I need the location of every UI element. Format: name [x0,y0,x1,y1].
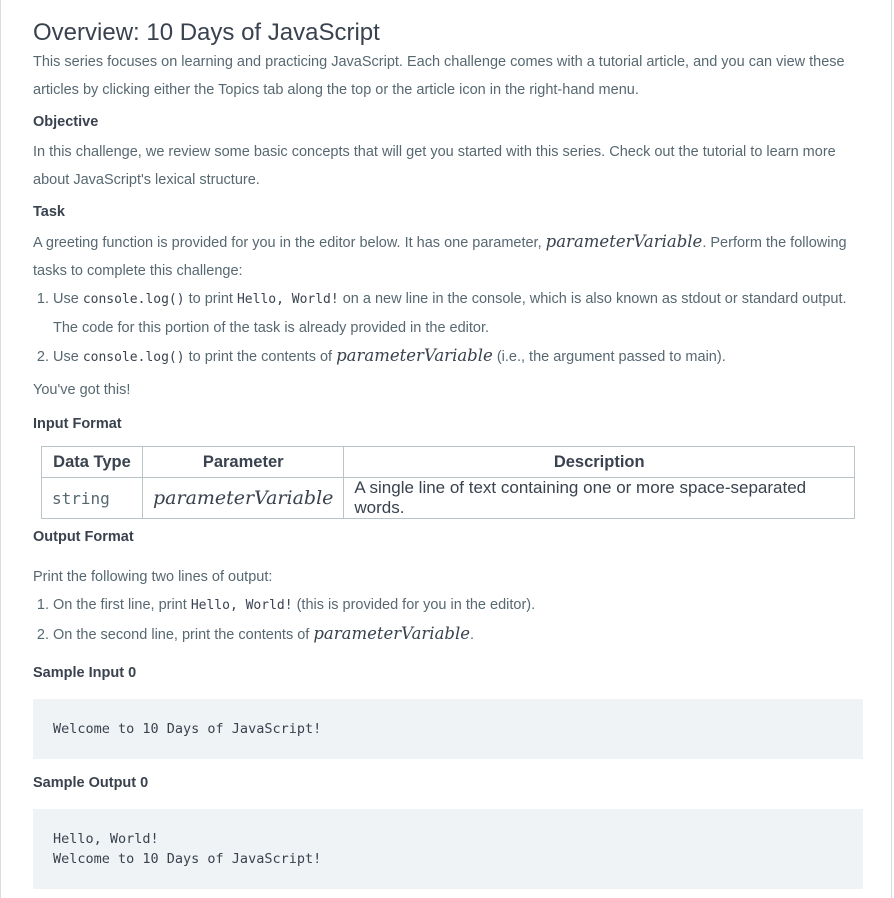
task-heading: Task [33,204,65,220]
output-item-text: . [470,627,475,643]
output-item: On the first line, print Hello, World! (… [53,591,863,620]
objective-heading: Objective [33,114,99,130]
column-header: Parameter [141,446,345,478]
output-item-text: (this is provided for you in the editor)… [292,597,536,613]
task-text: A greeting function is provided for you … [33,228,863,285]
inline-code: console.log() [82,292,185,307]
closing-text: You've got this! [33,382,131,398]
task-item-text: to print [184,291,237,307]
cell-parameter: parameterVariable [141,477,345,519]
table-row: string parameterVariable A single line o… [41,477,855,519]
parameter-variable-math: parameterVariable [336,346,493,365]
inline-code: Hello, World! [236,292,339,307]
parameter-variable-math: parameterVariable [545,232,703,251]
output-format-text: Print the following two lines of output: [33,569,273,585]
task-text-before: A greeting function is provided for you … [33,235,546,251]
objective-text: In this challenge, we review some basic … [33,144,836,188]
cell-description: A single line of text containing one or … [343,477,855,519]
column-header: Description [343,446,855,478]
output-list: On the first line, print Hello, World! (… [33,591,863,649]
inline-code: Hello, World! [190,598,293,613]
input-format-table: Data Type Parameter Description string p… [41,446,855,519]
problem-content: Overview: 10 Days of JavaScript This ser… [33,18,863,889]
output-item: On the second line, print the contents o… [53,620,863,649]
problem-panel: Overview: 10 Days of JavaScript This ser… [0,0,892,898]
task-item: Use console.log() to print the contents … [53,342,863,372]
task-list: Use console.log() to print Hello, World!… [33,285,863,372]
intro-text: This series focuses on learning and prac… [33,54,845,98]
table-header-row: Data Type Parameter Description [41,446,855,478]
sample-output-heading: Sample Output 0 [33,775,149,791]
cell-data-type: string [41,477,143,519]
task-item-text: Use [53,291,83,307]
task-item-text: Use [53,349,83,365]
sample-input-heading: Sample Input 0 [33,665,137,681]
output-item-text: On the first line, print [53,597,191,613]
sample-input-code: Welcome to 10 Days of JavaScript! [33,699,863,759]
output-item-text: On the second line, print the contents o… [53,627,314,643]
page-title: Overview: 10 Days of JavaScript [33,19,380,46]
output-format-heading: Output Format [33,529,134,545]
task-item: Use console.log() to print Hello, World!… [53,285,863,342]
parameter-variable-math: parameterVariable [313,624,471,643]
sample-output-code: Hello, World! Welcome to 10 Days of Java… [33,809,863,889]
input-format-heading: Input Format [33,416,122,432]
parameter-variable-math: parameterVariable [153,487,334,509]
task-item-text: to print the contents of [184,349,337,365]
task-item-text: (i.e., the argument passed to main). [492,349,726,365]
inline-code: console.log() [82,350,185,365]
column-header: Data Type [41,446,143,478]
